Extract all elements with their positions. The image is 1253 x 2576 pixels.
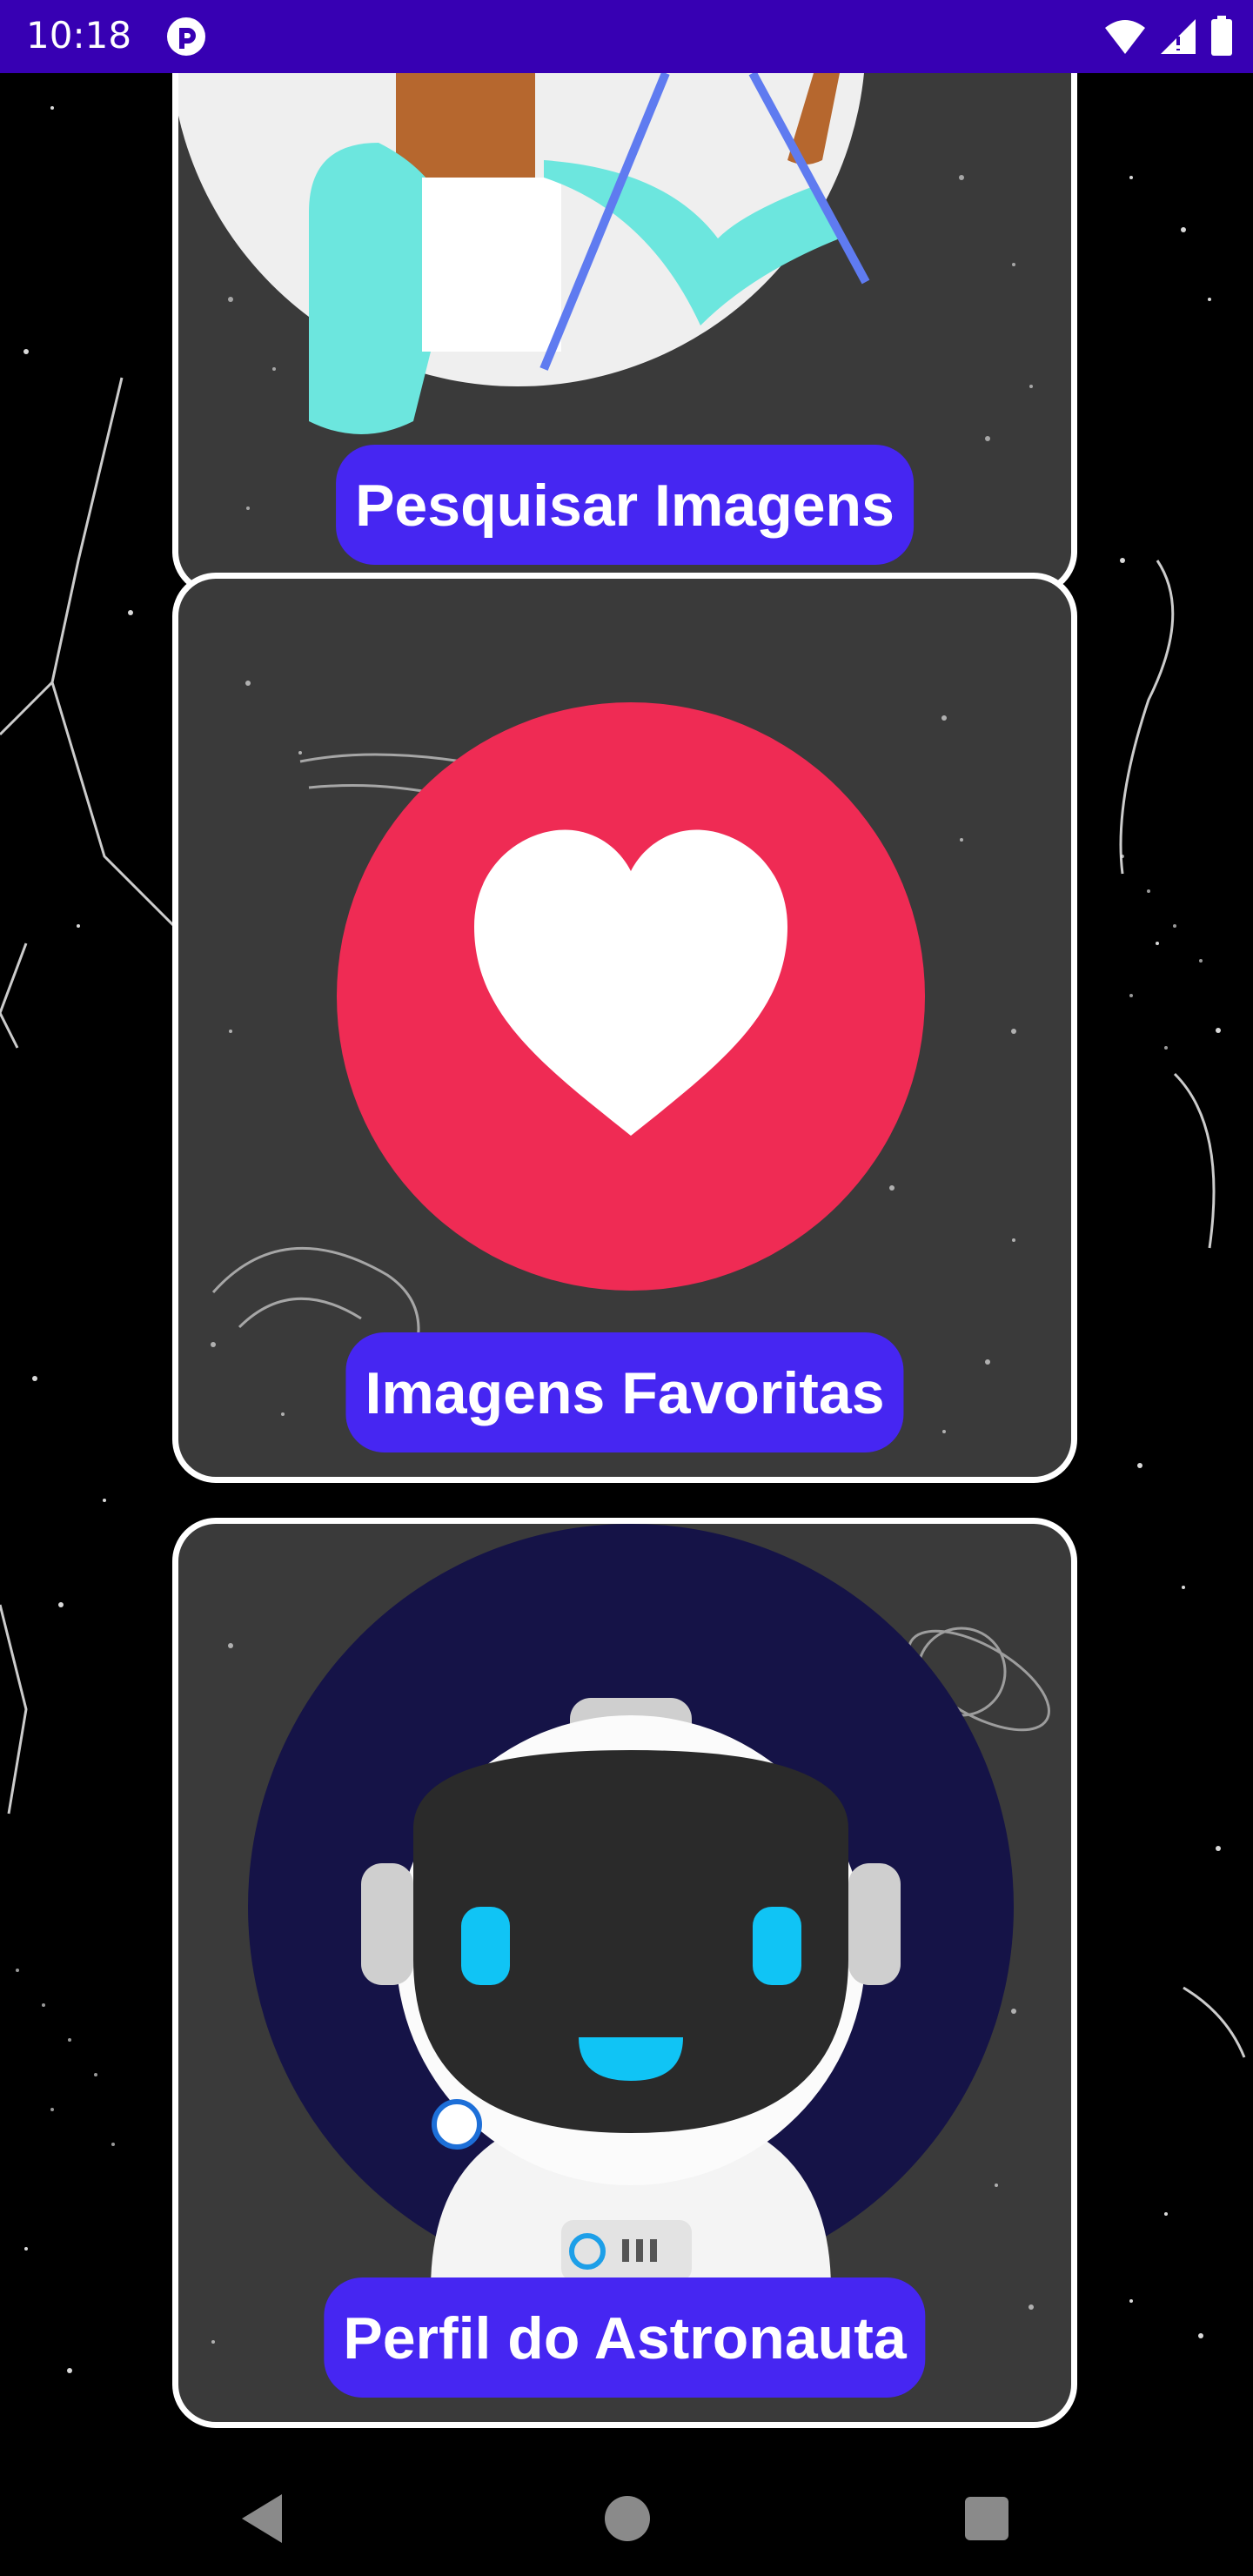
- card-favorite-images[interactable]: Imagens Favoritas: [172, 573, 1077, 1483]
- favorite-images-button[interactable]: Imagens Favoritas: [345, 1332, 904, 1452]
- home-icon[interactable]: [603, 2491, 652, 2546]
- back-icon[interactable]: [237, 2491, 285, 2546]
- navigation-bar: [0, 2468, 1253, 2576]
- card-astronaut-profile[interactable]: Perfil do Astronauta: [172, 1518, 1077, 2428]
- astronaut-profile-button[interactable]: Perfil do Astronauta: [324, 2277, 926, 2398]
- status-time: 10:18: [26, 14, 132, 57]
- status-bar: 10:18: [0, 0, 1253, 73]
- app-notification-icon: [167, 17, 205, 56]
- search-images-button[interactable]: Pesquisar Imagens: [336, 445, 914, 565]
- recents-icon[interactable]: [962, 2491, 1011, 2546]
- signal-icon: [1161, 19, 1196, 54]
- battery-icon: [1211, 16, 1232, 56]
- status-icons: [1103, 16, 1234, 57]
- wifi-icon: [1105, 20, 1145, 54]
- card-search-images[interactable]: Pesquisar Imagens: [172, 73, 1077, 595]
